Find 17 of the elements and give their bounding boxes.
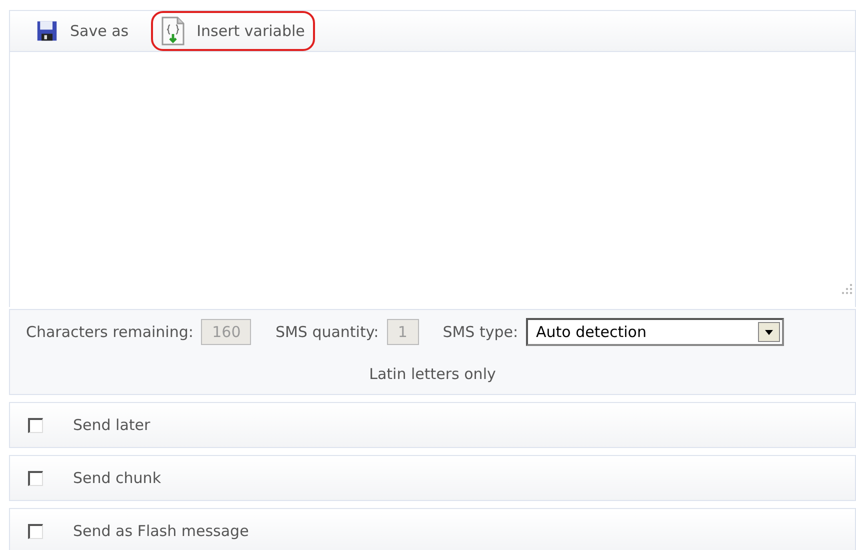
option-label: Send as Flash message [73,520,249,542]
sms-type-label: SMS type: [442,322,518,343]
save-as-button[interactable]: Save as [26,11,139,51]
latin-letters-note: Latin letters only [369,364,496,385]
sms-type-dropdown[interactable]: Auto detection [526,318,784,346]
sms-quantity-label: SMS quantity: [275,322,379,343]
characters-remaining-field: 160 [201,319,252,345]
option-label: Send chunk [73,468,162,489]
option-label: Send later [73,414,150,436]
checkbox[interactable] [28,524,43,538]
message-field[interactable] [9,52,856,307]
characters-remaining-label: Characters remaining: [26,322,194,343]
checkbox[interactable] [28,418,43,432]
document-download-icon [160,16,185,46]
resize-grip-icon [841,283,853,295]
checkbox[interactable] [28,470,43,486]
sms-quantity-field: 1 [386,319,419,345]
